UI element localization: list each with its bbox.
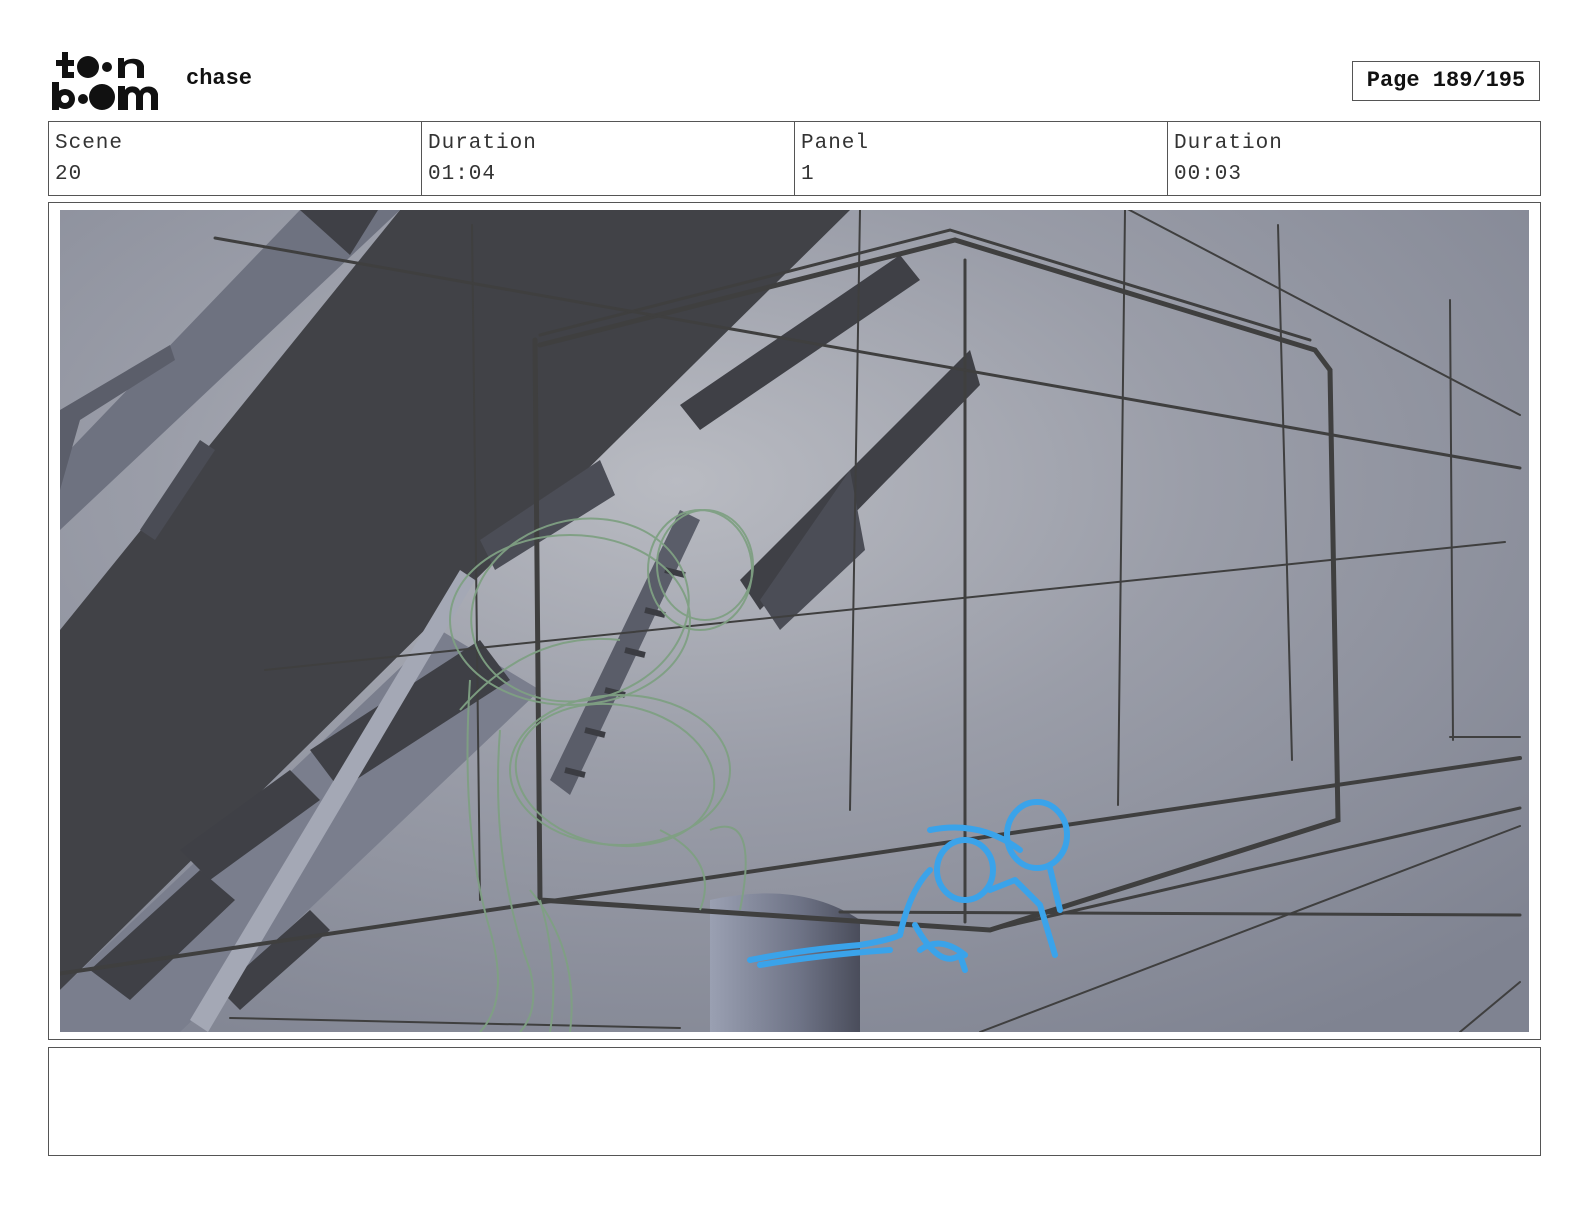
panel-duration-value: 00:03 xyxy=(1174,163,1243,186)
toon-boom-logo xyxy=(52,52,158,110)
scene-duration-label: Duration xyxy=(428,132,537,155)
scene-label: Scene xyxy=(55,132,124,155)
panel-value: 1 xyxy=(801,163,815,186)
panel-label: Panel xyxy=(801,132,870,155)
scene-info-row: Scene 20 Duration 01:04 Panel 1 Duration… xyxy=(48,121,1541,196)
scene-cell: Scene 20 xyxy=(49,122,422,195)
panel-cell: Panel 1 xyxy=(795,122,1168,195)
page-number: Page 189/195 xyxy=(1352,61,1540,101)
scene-duration-cell: Duration 01:04 xyxy=(422,122,795,195)
panel-duration-label: Duration xyxy=(1174,132,1283,155)
storyboard-panel-image xyxy=(60,210,1529,1032)
project-title: chase xyxy=(186,66,253,91)
scene-value: 20 xyxy=(55,163,83,186)
panel-notes xyxy=(48,1047,1541,1156)
scene-duration-value: 01:04 xyxy=(428,163,497,186)
panel-duration-cell: Duration 00:03 xyxy=(1168,122,1540,195)
